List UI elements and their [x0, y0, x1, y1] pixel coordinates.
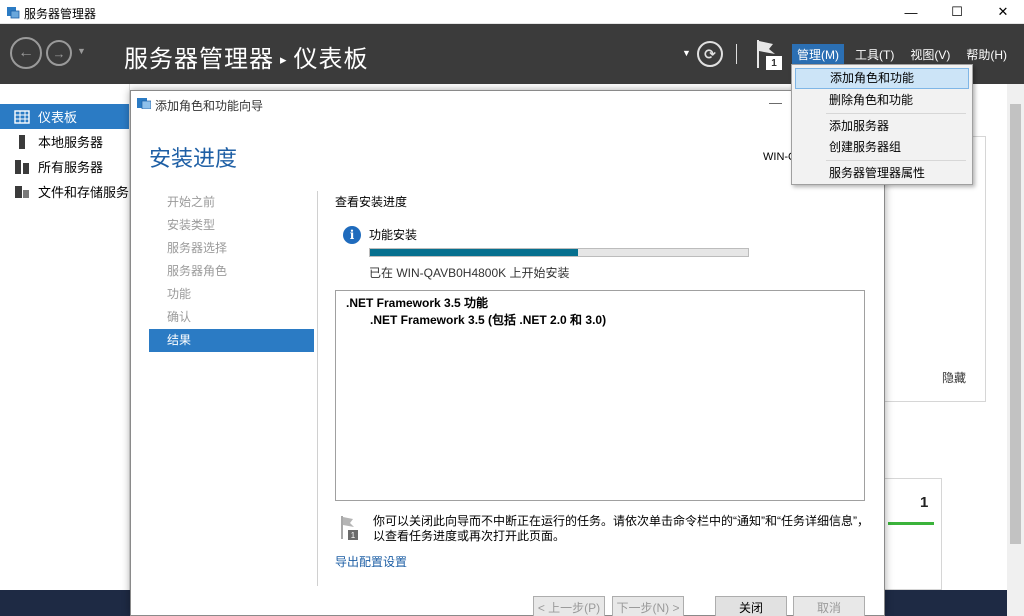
header-dropdown-icon[interactable]: ▼ [682, 48, 691, 58]
step-server-roles: 服务器角色 [167, 264, 228, 278]
close-window-button[interactable]: ✕ [980, 0, 1024, 24]
sidebar-item-local-server[interactable]: 本地服务器 [0, 129, 129, 154]
breadcrumb-separator: ▸ [280, 52, 288, 68]
menu-tools[interactable]: 工具(T) [850, 44, 899, 64]
scrollbar-thumb[interactable] [1010, 104, 1021, 544]
wizard-icon [137, 98, 151, 109]
step-installation-type: 安装类型 [167, 218, 216, 232]
menu-separator [826, 113, 966, 114]
close-wizard-note: 你可以关闭此向导而不中断正在运行的任务。请依次单击命令栏中的“通知”和“任务详细… [373, 514, 869, 543]
menu-create-server-group[interactable]: 创建服务器组 [795, 137, 969, 158]
manage-dropdown-menu: 添加角色和功能 删除角色和功能 添加服务器 创建服务器组 服务器管理器属性 [791, 64, 973, 185]
progress-fill [370, 249, 578, 256]
window-title: 服务器管理器 [24, 7, 97, 21]
server-manager-app-icon [7, 7, 20, 19]
storage-icon [14, 185, 30, 199]
breadcrumb-root: 服务器管理器 [124, 45, 274, 73]
previous-button[interactable]: < 上一步(P) [533, 596, 605, 616]
header-divider [736, 44, 737, 64]
menu-view[interactable]: 视图(V) [905, 44, 955, 64]
menu-bar: 管理(M) 工具(T) 视图(V) 帮助(H) [792, 44, 1018, 64]
wizard-title: 添加角色和功能向导 [155, 99, 264, 113]
sidebar-item-label: 所有服务器 [38, 160, 104, 175]
step-features: 功能 [167, 287, 192, 301]
steps-divider [317, 191, 318, 586]
export-config-link[interactable]: 导出配置设置 [335, 553, 407, 570]
window-titlebar: 服务器管理器 — ☐ ✕ [0, 0, 1024, 24]
sidebar-item-label: 仪表板 [38, 110, 78, 125]
result-subitem: .NET Framework 3.5 (包括 .NET 2.0 和 3.0) [370, 313, 607, 327]
cancel-button[interactable]: 取消 [793, 596, 865, 616]
notification-badge: 1 [766, 56, 782, 70]
sidebar-item-label: 本地服务器 [38, 135, 104, 150]
history-dropdown-icon[interactable]: ▼ [77, 46, 86, 56]
menu-server-manager-properties[interactable]: 服务器管理器属性 [795, 163, 969, 184]
progress-status-text: 已在 WIN-QAVB0H4800K 上开始安装 [369, 266, 570, 280]
step-results[interactable]: 结果 [149, 329, 314, 352]
dashboard-icon [14, 109, 30, 124]
server-icon [14, 134, 30, 149]
servers-icon [14, 159, 30, 174]
sidebar: 仪表板 本地服务器 所有服务器 文件和存储服务 [0, 84, 130, 616]
status-bar-green [888, 522, 934, 525]
menu-help[interactable]: 帮助(H) [961, 44, 1012, 64]
feature-install-label: 功能安装 [369, 228, 418, 242]
menu-manage[interactable]: 管理(M) [792, 44, 844, 64]
breadcrumb-page: 仪表板 [293, 45, 369, 73]
wizard-steps: 开始之前 安装类型 服务器选择 服务器角色 功能 确认 结果 [149, 191, 314, 352]
maximize-button[interactable]: ☐ [934, 0, 980, 24]
result-item: .NET Framework 3.5 功能 [346, 296, 489, 310]
minimize-button[interactable]: — [888, 0, 934, 24]
page-breadcrumb: 服务器管理器 ▸ 仪表板 [124, 39, 369, 74]
tile-count: 1 [920, 494, 929, 511]
sidebar-item-all-servers[interactable]: 所有服务器 [0, 154, 129, 179]
step-confirmation: 确认 [167, 310, 192, 324]
hide-link[interactable]: 隐藏 [942, 369, 966, 386]
wizard-minimize-button[interactable]: — [769, 95, 782, 110]
sidebar-item-file-storage[interactable]: 文件和存储服务 [0, 179, 129, 204]
wizard-heading: 安装进度 [149, 147, 238, 172]
menu-remove-roles-features[interactable]: 删除角色和功能 [795, 90, 969, 111]
dashboard-count-tile [884, 478, 942, 590]
install-progress-bar [369, 248, 749, 257]
forward-arrow-icon[interactable]: → [46, 40, 72, 66]
wizard-titlebar: 添加角色和功能向导 — [131, 91, 884, 117]
info-icon: i [343, 226, 361, 244]
step-before-you-begin: 开始之前 [167, 195, 216, 209]
menu-add-servers[interactable]: 添加服务器 [795, 116, 969, 137]
vertical-scrollbar[interactable] [1007, 84, 1024, 616]
svg-text:1: 1 [351, 531, 356, 540]
menu-separator [826, 160, 966, 161]
section-title: 查看安装进度 [335, 195, 408, 209]
sidebar-item-dashboard[interactable]: 仪表板 [0, 104, 129, 129]
menu-add-roles-features[interactable]: 添加角色和功能 [795, 68, 969, 89]
step-server-selection: 服务器选择 [167, 241, 228, 255]
refresh-icon[interactable]: ⟳ [697, 41, 723, 67]
close-button[interactable]: 关闭 [715, 596, 787, 616]
back-arrow-icon[interactable]: ← [10, 37, 42, 69]
sidebar-item-label: 文件和存储服务 [38, 185, 130, 200]
results-list[interactable]: .NET Framework 3.5 功能 .NET Framework 3.5… [335, 290, 865, 501]
next-button[interactable]: 下一步(N) > [612, 596, 684, 616]
notification-flag-icon: 1 [341, 516, 358, 540]
add-roles-wizard-dialog: 添加角色和功能向导 — 安装进度 WIN-Q 开始之前 安装类型 服务器选择 服… [130, 90, 885, 616]
